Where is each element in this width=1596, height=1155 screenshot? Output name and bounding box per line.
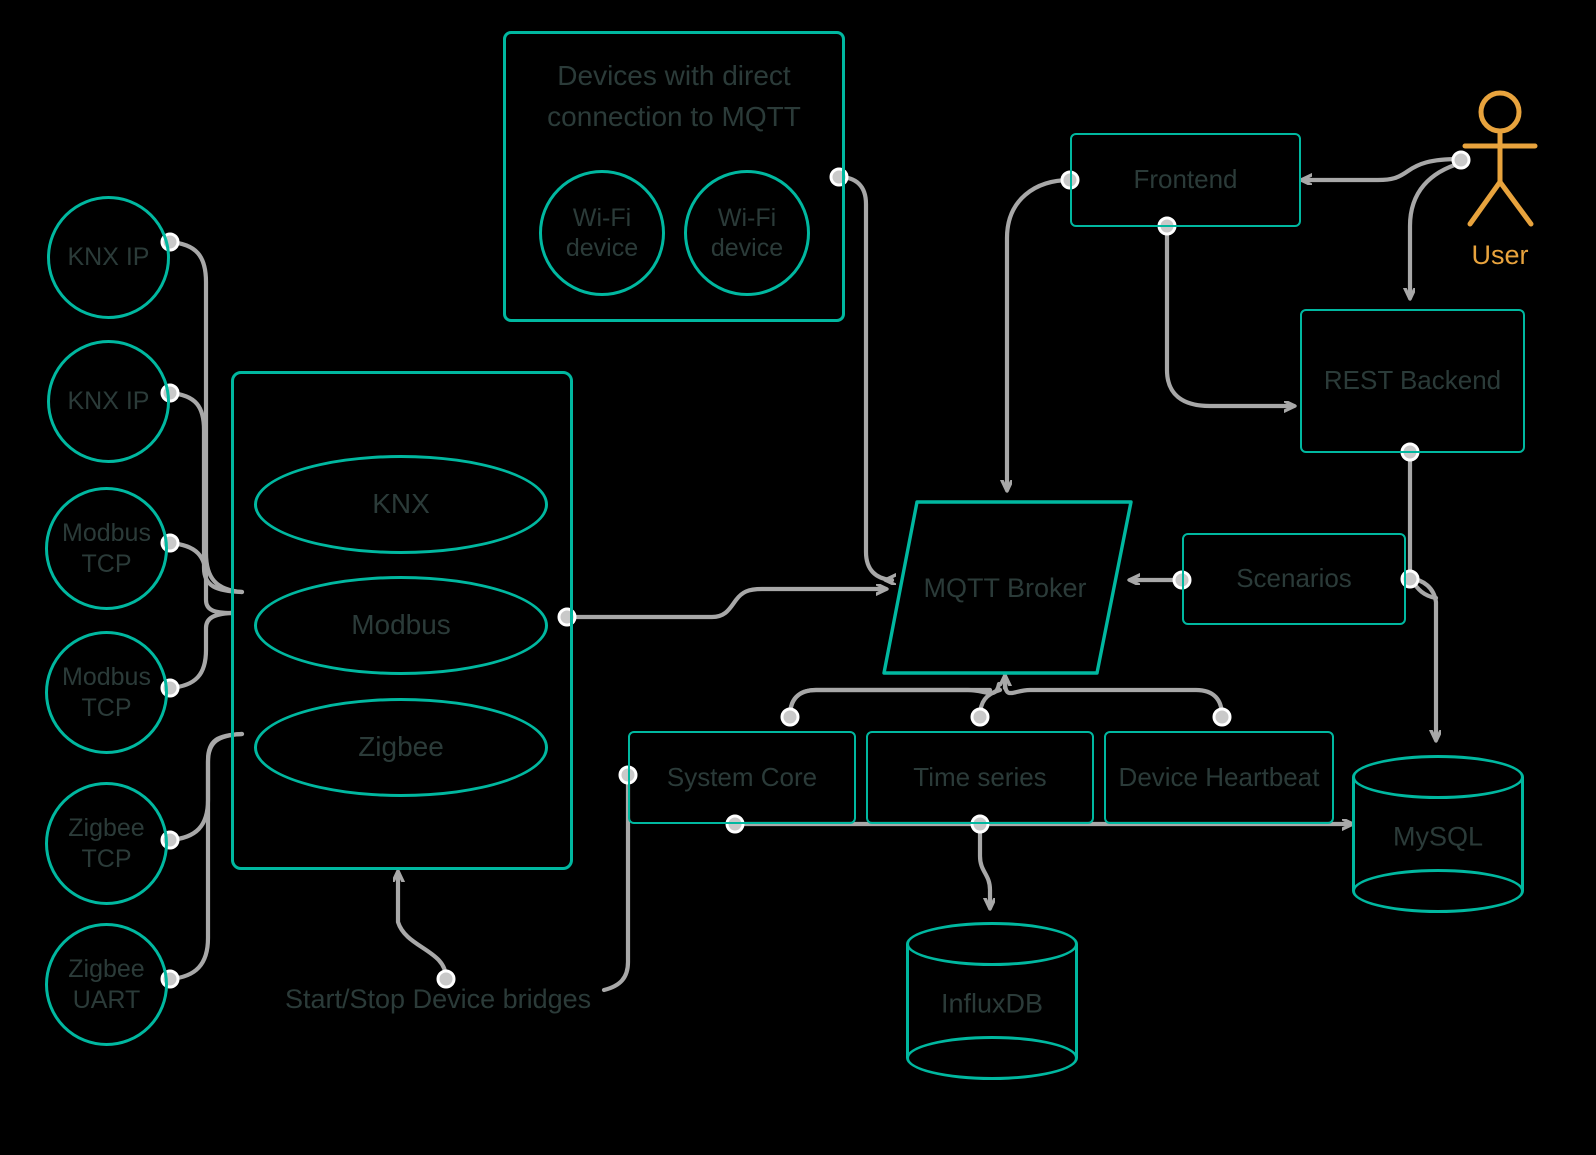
start-stop-device-bridges-label: Start/Stop Device bridges (285, 984, 592, 1014)
user-actor-icon (1462, 90, 1538, 227)
database-influxdb[interactable]: InfluxDB (906, 922, 1078, 1080)
device-source-label: KNX IP (67, 243, 150, 272)
mqtt-broker-label: MQTT Broker (923, 572, 1087, 603)
wire-modbus1-modbus (167, 540, 234, 616)
device-source-modbus-tcp-1[interactable]: Modbus TCP (45, 487, 168, 610)
bridge-zigbee[interactable]: Zigbee (254, 698, 548, 797)
service-label: System Core (666, 761, 818, 792)
device-bridges-container: KNX Modbus Zigbee (231, 371, 573, 870)
wire-systemcore-control (601, 772, 631, 993)
device-source-knx-ip-2[interactable]: KNX IP (47, 340, 170, 463)
device-source-zigbee-tcp[interactable]: Zigbee TCP (45, 782, 168, 905)
wire-user-frontend (1302, 156, 1462, 180)
wire-sc-b2 (787, 687, 993, 719)
wire-heartbeat-broker (1002, 681, 1225, 719)
wire-control-bridges (398, 872, 449, 981)
wire-modbus2-modbus (167, 610, 234, 691)
rest-backend-label: REST Backend (1323, 365, 1502, 396)
scenarios-label: Scenarios (1236, 563, 1352, 594)
device-source-label: Modbus TCP (62, 519, 151, 578)
service-system-core[interactable]: System Core (628, 731, 856, 824)
cylinder-bottom (1352, 869, 1524, 913)
wire-frontend-backend (1164, 223, 1294, 406)
bridge-knx[interactable]: KNX (254, 455, 548, 554)
scenarios-box[interactable]: Scenarios (1182, 533, 1406, 625)
wire-bridges-broker (564, 589, 886, 620)
mqtt-broker[interactable]: MQTT Broker (900, 540, 1110, 636)
device-source-modbus-tcp-2[interactable]: Modbus TCP (45, 631, 168, 754)
service-device-heartbeat[interactable]: Device Heartbeat (1104, 731, 1334, 824)
wire-backend-mysql (1407, 575, 1436, 740)
bridge-label: Zigbee (358, 731, 444, 763)
wire-user-backend (1410, 160, 1464, 298)
bridge-label: Modbus (351, 609, 451, 641)
bridge-label: KNX (372, 488, 430, 520)
architecture-diagram-canvas: KNX IP KNX IP Modbus TCP Modbus TCP Zigb… (0, 0, 1596, 1155)
device-source-knx-ip-1[interactable]: KNX IP (47, 196, 170, 319)
frontend-label: Frontend (1133, 164, 1238, 195)
rest-backend-box[interactable]: REST Backend (1300, 309, 1525, 453)
device-source-label: Zigbee UART (68, 955, 145, 1014)
mqtt-direct-devices-group: Devices with direct connection to MQTT W… (503, 31, 845, 322)
service-label: Time series (913, 761, 1047, 792)
frontend-box[interactable]: Frontend (1070, 133, 1301, 227)
mqtt-direct-devices-caption: Devices with direct connection to MQTT (547, 60, 801, 132)
wire-timeseries-broker (977, 687, 1003, 719)
wire-backend-joint (1407, 575, 1439, 601)
service-label: Device Heartbeat (1118, 761, 1320, 792)
device-source-zigbee-uart[interactable]: Zigbee UART (45, 923, 168, 1046)
bridge-modbus[interactable]: Modbus (254, 576, 548, 675)
cylinder-top (1352, 755, 1524, 799)
wifi-device-1[interactable]: Wi-Fi device (539, 170, 665, 296)
wire-systemcore-broker (787, 681, 1002, 719)
service-time-series[interactable]: Time series (866, 731, 1094, 824)
wire-timeseries-influx (977, 821, 990, 908)
user-actor-label: User (1471, 240, 1529, 270)
cylinder-top (906, 922, 1078, 966)
database-mysql[interactable]: MySQL (1352, 755, 1524, 913)
device-source-label: Modbus TCP (62, 663, 151, 722)
wire-frontend-broker (1007, 177, 1073, 490)
wifi-device-label: Wi-Fi device (710, 203, 784, 263)
wifi-device-label: Wi-Fi device (565, 203, 639, 263)
device-source-label: KNX IP (67, 387, 150, 416)
wifi-device-2[interactable]: Wi-Fi device (684, 170, 810, 296)
database-label: InfluxDB (940, 988, 1044, 1019)
cylinder-bottom (906, 1036, 1078, 1080)
database-label: MySQL (1392, 821, 1484, 852)
device-source-label: Zigbee TCP (68, 814, 145, 873)
